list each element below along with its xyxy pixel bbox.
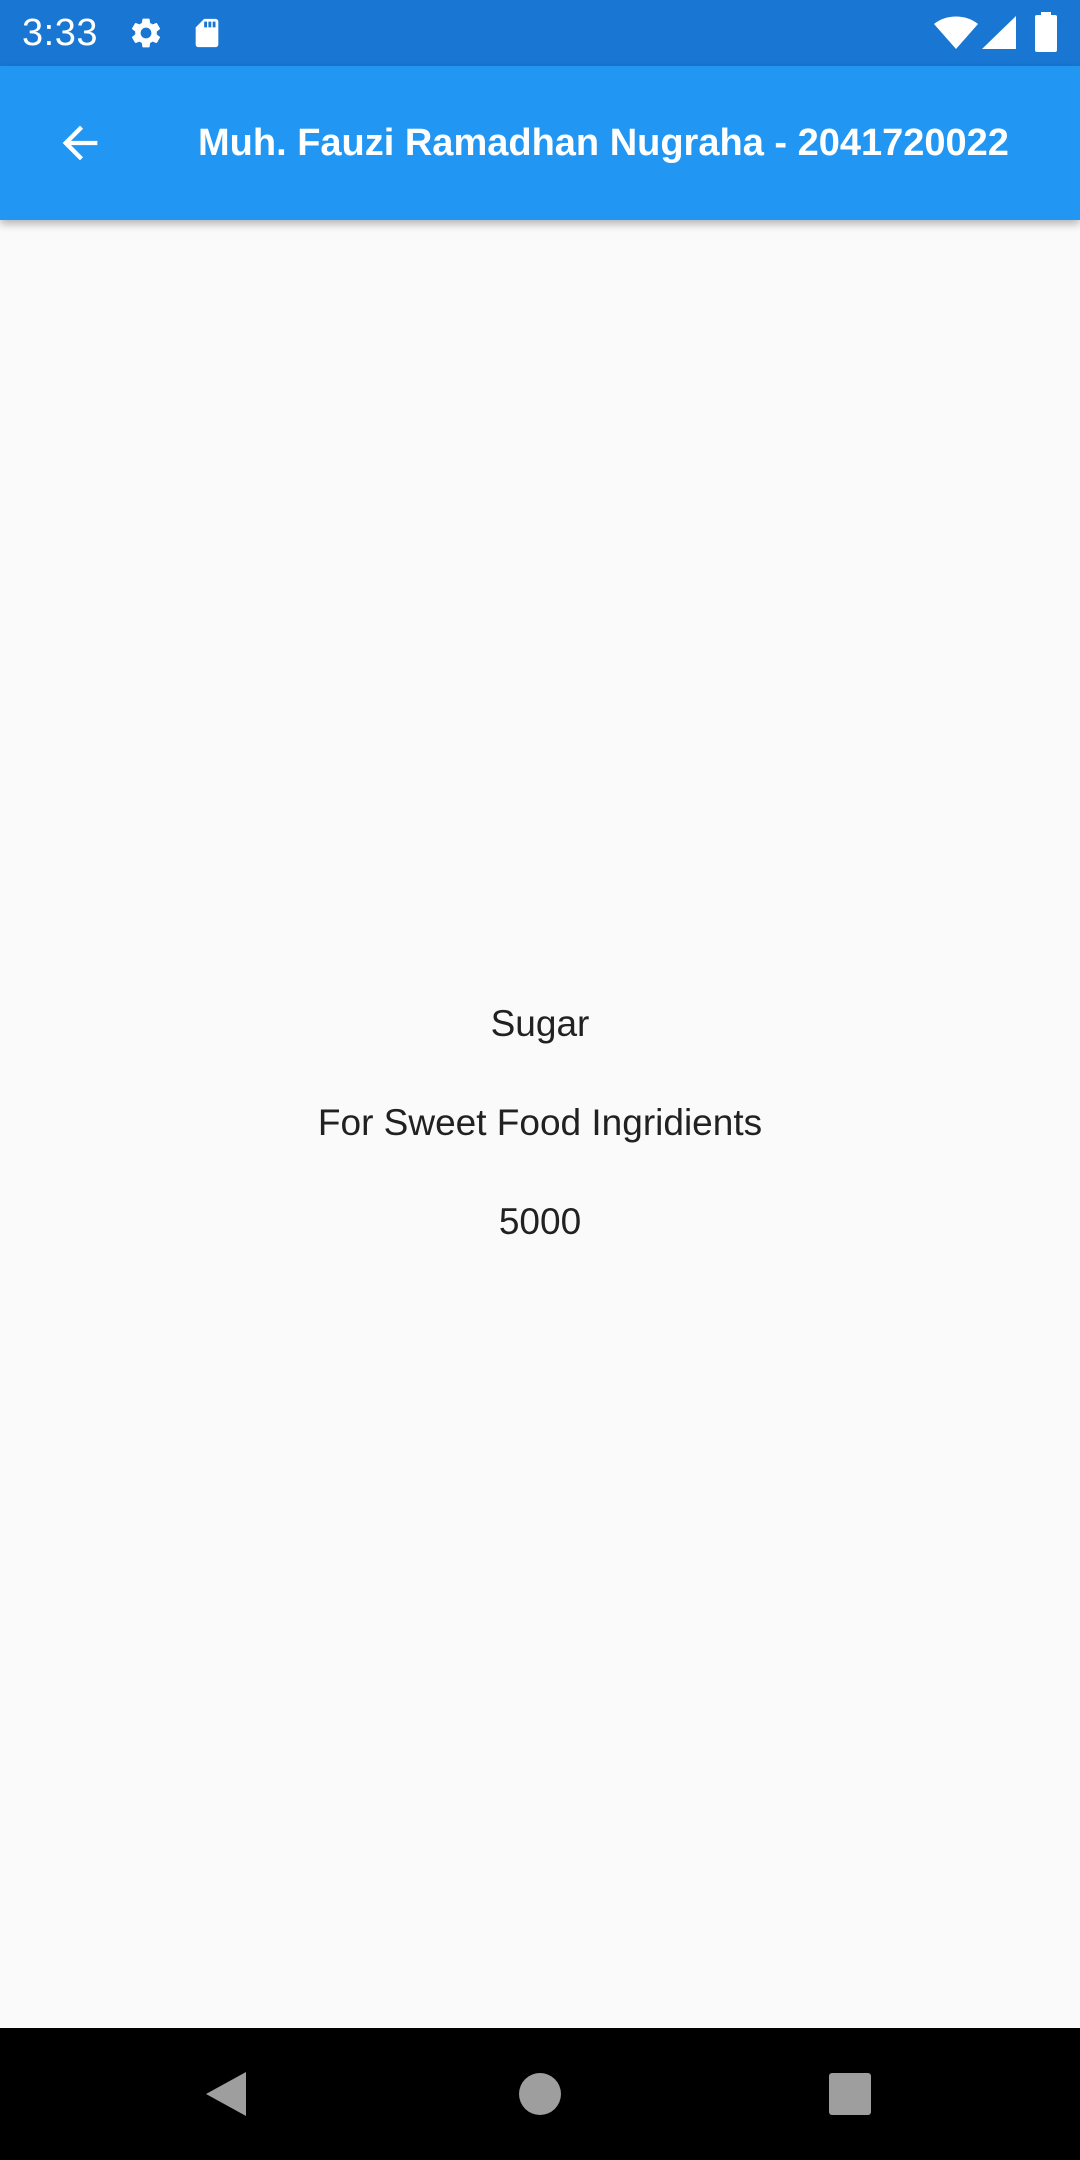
item-name: Sugar [490,1003,590,1044]
wifi-icon [934,16,978,49]
gear-icon [131,18,161,48]
cell-signal-icon [982,16,1016,49]
nav-back-button[interactable] [186,2054,266,2134]
arrow-left-icon [62,125,98,161]
sd-card-icon [195,18,219,48]
back-triangle-icon [206,2072,246,2116]
nav-home-button[interactable] [500,2054,580,2134]
item-detail: Sugar For Sweet Food Ingridients 5000 [0,220,1080,2028]
item-price: 5000 [498,1201,582,1242]
nav-recents-button[interactable] [810,2054,890,2134]
home-circle-icon [519,2073,561,2115]
page-title: Muh. Fauzi Ramadhan Nugraha - 2041720022 [198,122,1009,164]
item-description: For Sweet Food Ingridients [317,1102,763,1143]
recents-square-icon [829,2073,871,2115]
status-bar: 3:33 [0,0,1080,66]
back-button[interactable] [36,99,124,187]
battery-icon [1035,12,1057,52]
system-nav-bar [0,2028,1080,2160]
app-bar: Muh. Fauzi Ramadhan Nugraha - 2041720022 [0,66,1080,220]
status-time: 3:33 [22,12,98,54]
